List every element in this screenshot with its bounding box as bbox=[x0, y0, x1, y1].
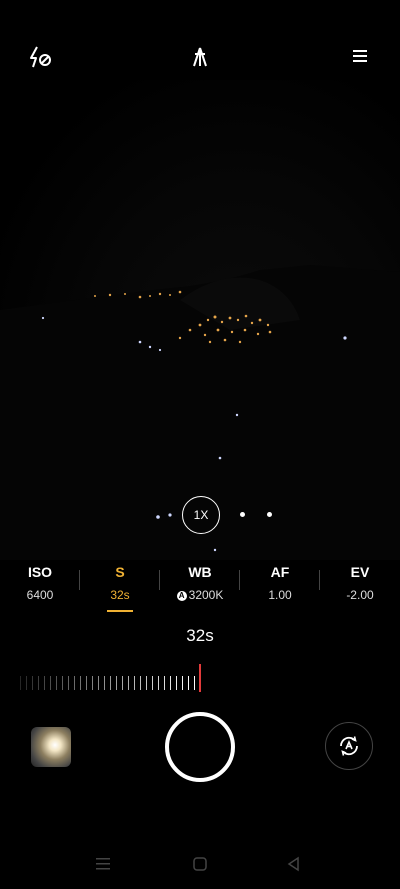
slider-tick bbox=[152, 676, 153, 690]
slider-tick bbox=[146, 676, 147, 690]
slider-tick bbox=[176, 676, 177, 690]
param-autofocus[interactable]: AF 1.00 bbox=[240, 560, 320, 616]
param-exposure[interactable]: EV -2.00 bbox=[320, 560, 400, 616]
zoom-option-dot[interactable] bbox=[267, 512, 272, 517]
system-nav-bar bbox=[0, 840, 400, 889]
param-name: S bbox=[115, 564, 125, 580]
slider-tick bbox=[170, 676, 171, 690]
current-param-value: 32s bbox=[186, 626, 214, 645]
zoom-1x-button[interactable]: 1X bbox=[182, 496, 220, 534]
slider-tick bbox=[74, 676, 75, 690]
slider-tick bbox=[44, 676, 45, 690]
slider-tick bbox=[98, 676, 99, 690]
slider-tick bbox=[110, 676, 111, 690]
viewfinder[interactable] bbox=[0, 80, 400, 560]
flash-off-icon[interactable] bbox=[26, 44, 54, 70]
hamburger-menu-icon[interactable] bbox=[348, 45, 372, 67]
shutter-button[interactable] bbox=[165, 712, 235, 782]
param-name: AF bbox=[270, 564, 290, 580]
slider-tick bbox=[68, 676, 69, 690]
slider-tick bbox=[56, 676, 57, 690]
param-value-row: A 3200K bbox=[160, 588, 240, 602]
recents-icon[interactable] bbox=[92, 854, 114, 874]
slider-tick bbox=[164, 676, 165, 690]
slider-tick bbox=[86, 676, 87, 690]
back-icon[interactable] bbox=[284, 854, 304, 874]
slider-tick bbox=[104, 676, 105, 690]
slider-tick bbox=[80, 676, 81, 690]
shutter-speed-slider[interactable] bbox=[20, 660, 400, 692]
home-icon[interactable] bbox=[190, 854, 210, 874]
slider-tick bbox=[32, 676, 33, 690]
auto-badge-icon: A bbox=[176, 590, 187, 601]
param-name: EV bbox=[350, 564, 370, 580]
rotate-auto-icon bbox=[340, 736, 358, 756]
slider-tick bbox=[194, 676, 195, 690]
night-scene-preview bbox=[0, 265, 400, 560]
slider-tick bbox=[26, 676, 27, 690]
slider-tick bbox=[50, 676, 51, 690]
slider-tick bbox=[38, 676, 39, 690]
slider-tick bbox=[62, 676, 63, 690]
slider-tick bbox=[20, 676, 21, 690]
divider bbox=[239, 570, 240, 590]
param-value: 3200K bbox=[188, 588, 224, 602]
param-white-balance[interactable]: WB A 3200K bbox=[160, 560, 240, 616]
param-value: 32s bbox=[110, 588, 130, 602]
param-name: ISO bbox=[27, 564, 53, 580]
slider-tick bbox=[158, 676, 159, 690]
param-iso[interactable]: ISO 6400 bbox=[0, 560, 80, 616]
slider-tick bbox=[188, 676, 189, 690]
slider-tick bbox=[134, 676, 135, 690]
param-value: 6400 bbox=[26, 588, 54, 602]
gallery-thumbnail[interactable] bbox=[31, 727, 71, 767]
param-name: WB bbox=[188, 564, 212, 580]
pro-params-bar: ISO 6400 S 32s WB A 3200K AF 1.00 EV -2.0… bbox=[0, 560, 400, 616]
switch-camera-button[interactable] bbox=[325, 722, 373, 770]
param-shutter[interactable]: S 32s bbox=[80, 560, 160, 616]
param-value: 1.00 bbox=[268, 588, 292, 602]
divider bbox=[319, 570, 320, 590]
tripod-icon[interactable] bbox=[188, 44, 212, 70]
divider bbox=[159, 570, 160, 590]
slider-needle[interactable] bbox=[199, 664, 201, 692]
slider-tick bbox=[116, 676, 117, 690]
zoom-label: 1X bbox=[193, 508, 209, 522]
slider-tick bbox=[140, 676, 141, 690]
slider-tick bbox=[92, 676, 93, 690]
slider-tick bbox=[122, 676, 123, 690]
slider-tick bbox=[182, 676, 183, 690]
param-value: -2.00 bbox=[346, 588, 374, 602]
zoom-option-dot[interactable] bbox=[240, 512, 245, 517]
slider-tick bbox=[128, 676, 129, 690]
divider bbox=[79, 570, 80, 590]
